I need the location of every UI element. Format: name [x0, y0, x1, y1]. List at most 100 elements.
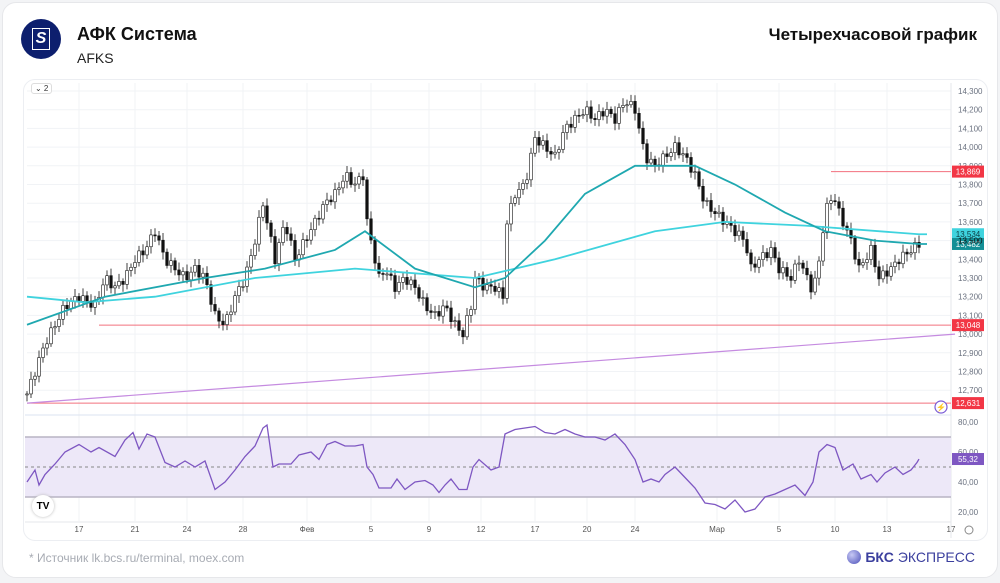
price-tick-label: 13,400	[958, 255, 983, 264]
price-tick-label: 12,800	[958, 368, 983, 377]
candle-down	[897, 261, 901, 265]
candle-down	[489, 284, 493, 287]
candle-up	[401, 277, 405, 283]
candle-up	[649, 158, 653, 164]
candle-up	[117, 281, 121, 287]
candle-down	[265, 205, 269, 224]
candle-down	[221, 320, 225, 325]
candle-up	[113, 285, 117, 289]
candle-down	[77, 296, 81, 302]
candle-up	[313, 217, 317, 230]
candle-down	[685, 153, 689, 158]
candle-up	[253, 243, 257, 256]
price-tick-label: 13,300	[958, 274, 983, 283]
candle-up	[869, 244, 873, 260]
candle-down	[633, 101, 637, 114]
moving-average-long	[26, 220, 927, 304]
candle-down	[549, 151, 553, 155]
candle-down	[269, 222, 273, 237]
candle-up	[81, 295, 85, 302]
candle-down	[197, 265, 201, 278]
candle-up	[521, 183, 525, 190]
candle-up	[125, 270, 129, 285]
tradingview-logo-icon[interactable]: TV	[32, 495, 54, 517]
candle-up	[673, 142, 677, 153]
source-note: * Источник lk.bcs.ru/terminal, moex.com	[29, 551, 245, 565]
brand-suffix: ЭКСПРЕСС	[897, 549, 975, 565]
candle-down	[213, 304, 217, 312]
candle-down	[545, 140, 549, 152]
candle-up	[865, 259, 869, 263]
candle-up	[485, 284, 489, 291]
candle-up	[357, 176, 361, 185]
rsi-tick-label: 20,00	[958, 508, 979, 517]
candle-up	[497, 287, 501, 292]
level-price-tag: 13,869	[956, 168, 981, 177]
date-tick-label: 12	[477, 525, 486, 534]
candle-up	[261, 205, 265, 218]
candle-down	[161, 239, 165, 253]
date-tick-label: 17	[75, 525, 84, 534]
candle-down	[165, 251, 169, 266]
candle-up	[337, 187, 341, 190]
candle-down	[377, 262, 381, 274]
collapse-button[interactable]: ⌄ 2	[31, 83, 53, 94]
price-tick-label: 12,700	[958, 386, 983, 395]
candle-up	[53, 326, 57, 329]
candle-up	[465, 315, 469, 338]
price-tick-label: 13,200	[958, 293, 983, 302]
candle-down	[85, 295, 89, 302]
candle-down	[185, 271, 189, 281]
candle-up	[229, 311, 233, 316]
candle-up	[705, 200, 709, 202]
price-tick-label: 13,800	[958, 181, 983, 190]
candle-up	[245, 266, 249, 287]
candle-down	[577, 114, 581, 117]
candle-down	[381, 273, 385, 275]
candle-up	[325, 199, 329, 205]
price-tick-label: 13,100	[958, 311, 983, 320]
candle-down	[837, 201, 841, 209]
candle-up	[333, 189, 337, 203]
candle-up	[621, 105, 625, 108]
candle-down	[745, 239, 749, 254]
candle-up	[813, 277, 817, 293]
candle-up	[129, 266, 133, 271]
candle-down	[405, 277, 409, 285]
candle-down	[801, 262, 805, 269]
price-chart[interactable]: 14,30014,20014,10014,00013,90013,80013,7…	[3, 3, 1000, 583]
candle-up	[793, 263, 797, 281]
candle-down	[713, 211, 717, 214]
candle-down	[449, 307, 453, 322]
candle-up	[353, 183, 357, 186]
candle-down	[417, 287, 421, 299]
candle-down	[209, 284, 213, 305]
candle-down	[809, 274, 813, 293]
trend-line	[26, 333, 956, 404]
candle-up	[341, 180, 345, 189]
price-tick-label: 12,900	[958, 349, 983, 358]
brand-logo: БКС ЭКСПРЕСС	[847, 549, 975, 565]
candle-up	[553, 151, 557, 155]
candle-down	[877, 266, 881, 280]
candle-up	[889, 266, 893, 277]
candle-up	[225, 314, 229, 325]
candle-up	[309, 229, 313, 241]
candle-up	[821, 232, 825, 262]
candle-up	[817, 260, 821, 279]
candle-up	[49, 327, 53, 345]
candle-down	[637, 113, 641, 129]
candle-down	[653, 158, 657, 166]
price-tick-label: 14,300	[958, 87, 983, 96]
candle-down	[873, 244, 877, 268]
rsi-value-tag: 55,32	[958, 455, 979, 464]
candle-up	[557, 149, 561, 153]
candle-up	[301, 239, 305, 256]
current-price-label: 13,500	[958, 237, 983, 246]
candle-up	[561, 132, 565, 150]
candle-down	[413, 279, 417, 288]
rsi-tick-label: 40,00	[958, 478, 979, 487]
candle-up	[737, 230, 741, 237]
date-tick-label: Мар	[709, 525, 725, 534]
candle-up	[281, 227, 285, 243]
